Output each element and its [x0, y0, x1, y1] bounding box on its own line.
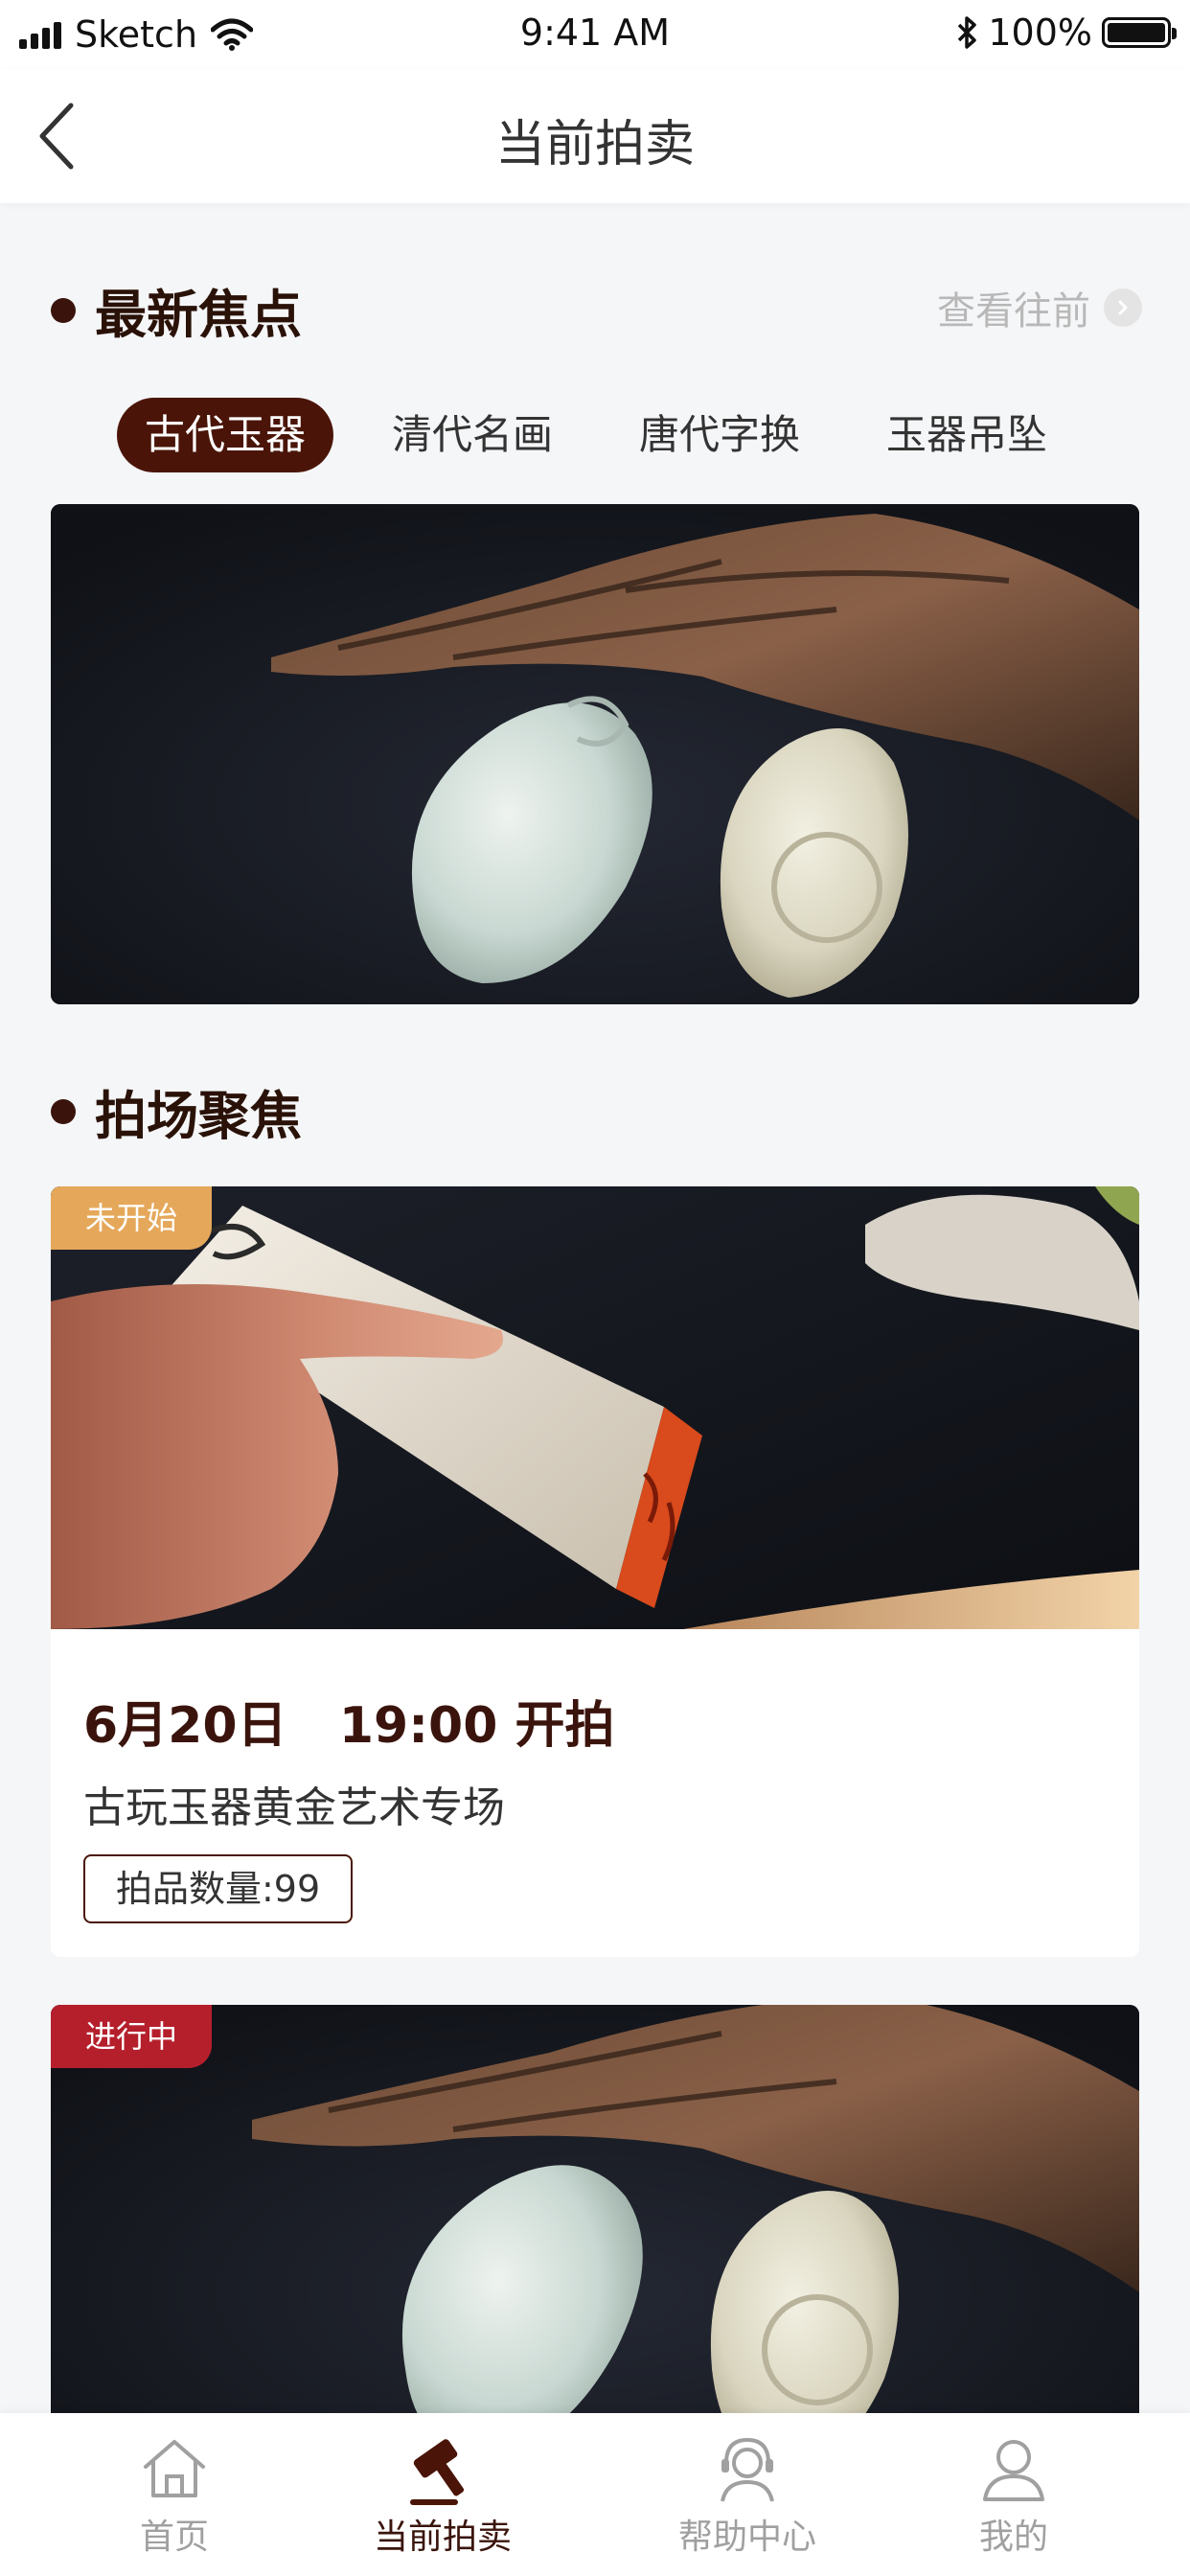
user-icon [983, 2440, 1044, 2501]
view-past-label: 查看往前 [937, 289, 1090, 334]
battery-percent: 100% [988, 12, 1092, 54]
auction-card[interactable]: 未开始 6月20日 19:00 开拍 古玩玉器黄金艺术专场 拍品数量:99 [51, 1186, 1139, 1957]
tabbar-item-current-auction[interactable]: 当前拍卖 [347, 2430, 538, 2559]
tabbar-label-help: 帮助中心 [677, 2518, 816, 2557]
lot-count-badge: 拍品数量:99 [83, 1854, 354, 1923]
focus-section-header: 最新焦点 [51, 272, 302, 348]
tabbar-item-home[interactable]: 首页 [79, 2430, 270, 2559]
battery-icon [1102, 17, 1177, 48]
tab-tang-calligraphy[interactable]: 唐代字换 [611, 398, 828, 472]
status-badge-pending: 未开始 [51, 1186, 213, 1250]
tabbar-label-current-auction: 当前拍卖 [373, 2518, 512, 2557]
tabbar-item-profile[interactable]: 我的 [918, 2430, 1110, 2559]
home-icon [144, 2440, 205, 2497]
page-title: 当前拍卖 [494, 116, 695, 173]
nav-bar: 当前拍卖 [0, 69, 1190, 203]
tabbar-label-profile: 我的 [978, 2518, 1048, 2557]
bottom-tab-bar: 首页 当前拍卖 帮助中心 我的 [0, 2413, 1190, 2576]
headset-icon [721, 2437, 774, 2502]
auction-section-header: 拍场聚焦 [51, 1073, 302, 1149]
auction-section-title: 拍场聚焦 [95, 1086, 302, 1146]
tab-ancient-jade[interactable]: 古代玉器 [117, 398, 333, 472]
category-tabs: 古代玉器 清代名画 唐代字换 玉器吊坠 [0, 398, 1190, 474]
focus-banner[interactable] [51, 504, 1139, 1004]
seal-stone-image [51, 1186, 1139, 1629]
bullet-dot [51, 297, 76, 323]
tab-jade-pendant[interactable]: 玉器吊坠 [858, 398, 1075, 472]
banner-image [51, 504, 1139, 1004]
auction-date: 6月20日 19:00 开拍 [83, 1697, 615, 1755]
status-badge-live: 进行中 [51, 2005, 213, 2068]
status-bar: Sketch 9:41 AM 100% [0, 0, 1190, 69]
status-right: 100% [955, 12, 1177, 54]
auction-name: 古玩玉器黄金艺术专场 [83, 1783, 505, 1832]
gavel-icon [410, 2439, 465, 2505]
tabbar-label-home: 首页 [139, 2518, 209, 2557]
jade-pendant-image [51, 2005, 1139, 2484]
auction-card-image: 进行中 [51, 2005, 1139, 2484]
view-past-link[interactable]: 查看往前 [937, 280, 1142, 335]
bluetooth-icon [958, 16, 977, 49]
chevron-right-icon [1104, 288, 1142, 327]
auction-card-image: 未开始 [51, 1186, 1139, 1629]
tab-qing-painting[interactable]: 清代名画 [364, 398, 581, 472]
tabbar-item-help[interactable]: 帮助中心 [652, 2430, 843, 2559]
focus-section-title: 最新焦点 [95, 285, 302, 345]
bullet-dot [51, 1098, 76, 1124]
auction-card[interactable]: 进行中 [51, 2005, 1139, 2484]
